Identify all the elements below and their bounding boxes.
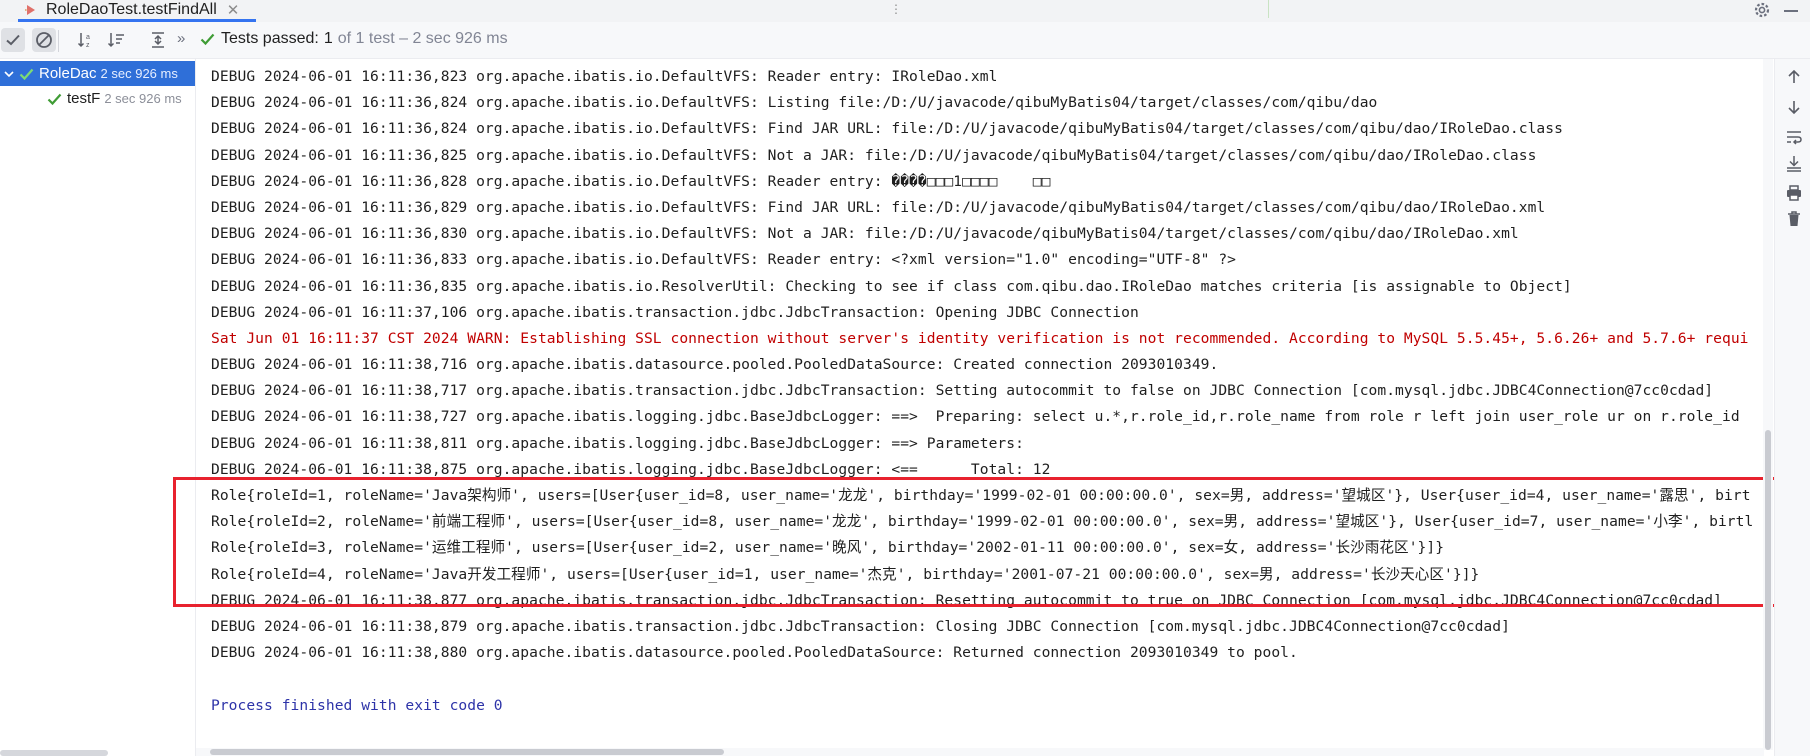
print-button[interactable] <box>1784 183 1804 203</box>
run-config-icon <box>25 4 35 15</box>
soft-wrap-button[interactable] <box>1784 127 1804 147</box>
check-icon <box>6 34 20 46</box>
clear-all-button[interactable] <box>1784 209 1804 229</box>
passed-check-icon <box>200 33 215 46</box>
console-line: DEBUG 2024-06-01 16:11:38,875 org.apache… <box>211 460 1051 478</box>
status-summary: of 1 test – 2 sec 926 ms <box>337 30 508 47</box>
tree-item-test[interactable]: testF 2 sec 926 ms <box>0 86 195 111</box>
console-result-line: Role{roleId=2, roleName='前端工程师', users=[… <box>211 513 1754 531</box>
next-occurrence-button[interactable] <box>1784 97 1804 117</box>
status-label: Tests passed: <box>221 30 319 47</box>
drag-handle-icon[interactable]: ⋮ <box>890 2 902 16</box>
more-actions-chevron[interactable]: » <box>177 30 185 47</box>
divider <box>58 30 59 52</box>
sort-alpha-icon: a z <box>77 33 90 49</box>
console-line: DEBUG 2024-06-01 16:11:36,828 org.apache… <box>211 172 1051 190</box>
svg-text:z: z <box>86 42 90 49</box>
sort-by-duration-button[interactable] <box>104 28 128 52</box>
tab-bar: RoleDaoTest.testFindAll ✕ ⋮ <box>0 0 1810 23</box>
console-line: DEBUG 2024-06-01 16:11:36,823 org.apache… <box>211 68 998 85</box>
previous-occurrence-button[interactable] <box>1784 67 1804 87</box>
console-warning-line: Sat Jun 01 16:11:37 CST 2024 WARN: Estab… <box>211 329 1749 347</box>
console-line: DEBUG 2024-06-01 16:11:38,716 org.apache… <box>211 356 1219 374</box>
trash-icon <box>1788 211 1800 226</box>
expand-all-button[interactable] <box>146 28 170 52</box>
console-line: DEBUG 2024-06-01 16:11:36,830 org.apache… <box>211 225 1519 243</box>
up-arrow-icon <box>1788 69 1800 83</box>
console-line: DEBUG 2024-06-01 16:11:38,717 org.apache… <box>211 382 1714 400</box>
tree-item-label: RoleDac <box>39 65 97 82</box>
console-result-line: Role{roleId=4, roleName='Java开发工程师', use… <box>211 565 1480 583</box>
show-ignored-button[interactable] <box>32 28 56 52</box>
console-line: DEBUG 2024-06-01 16:11:38,727 org.apache… <box>211 408 1740 426</box>
close-icon[interactable]: ✕ <box>227 1 240 19</box>
divider <box>1268 0 1269 18</box>
scroll-to-end-button[interactable] <box>1784 153 1804 173</box>
soft-wrap-icon <box>1787 131 1802 145</box>
console-line: DEBUG 2024-06-01 16:11:37,106 org.apache… <box>211 303 1139 321</box>
console-vertical-scrollbar[interactable] <box>1765 430 1771 750</box>
console-horizontal-scrollbar[interactable] <box>210 749 724 755</box>
scroll-to-end-icon <box>1787 156 1801 172</box>
console-output[interactable]: DEBUG 2024-06-01 16:11:36,823 org.apache… <box>196 59 1764 750</box>
tree-item-duration: 2 sec 926 ms <box>104 91 182 106</box>
console-line: DEBUG 2024-06-01 16:11:36,824 org.apache… <box>211 94 1378 112</box>
tree-item-label: testF <box>67 90 101 107</box>
chevron-down-icon[interactable] <box>3 68 15 80</box>
console-line: DEBUG 2024-06-01 16:11:36,825 org.apache… <box>211 146 1537 164</box>
console-line: DEBUG 2024-06-01 16:11:38,811 org.apache… <box>211 434 1033 452</box>
test-toolbar: a z » Tests passed: 1 of 1 test – 2 sec … <box>0 22 1810 59</box>
down-arrow-icon <box>1788 101 1800 115</box>
passed-count: 1 <box>323 30 333 47</box>
console-line: DEBUG 2024-06-01 16:11:36,829 org.apache… <box>211 198 1546 216</box>
gear-icon[interactable] <box>1753 1 1771 19</box>
test-tree: RoleDac 2 sec 926 ms testF 2 sec 926 ms <box>0 59 196 756</box>
passed-check-icon <box>47 93 62 105</box>
tree-item-duration: 2 sec 926 ms <box>100 66 178 81</box>
tree-horizontal-scrollbar[interactable] <box>0 750 108 756</box>
expand-collapse-icon <box>152 32 164 48</box>
tab-title: RoleDaoTest.testFindAll <box>46 0 217 18</box>
tab-run-config[interactable]: RoleDaoTest.testFindAll ✕ <box>18 0 256 22</box>
console-line: DEBUG 2024-06-01 16:11:36,824 org.apache… <box>211 120 1563 138</box>
cancel-icon <box>36 32 52 48</box>
print-icon <box>1787 185 1801 201</box>
console-line: DEBUG 2024-06-01 16:11:38,880 org.apache… <box>211 644 1298 662</box>
console-side-toolbar <box>1774 59 1810 756</box>
passed-check-icon <box>19 68 34 80</box>
sort-duration-icon <box>107 33 124 48</box>
console-result-line: Role{roleId=3, roleName='运维工程师', users=[… <box>211 539 1445 557</box>
tree-item-suite[interactable]: RoleDac 2 sec 926 ms <box>0 61 195 86</box>
console-line: DEBUG 2024-06-01 16:11:36,833 org.apache… <box>211 251 1236 269</box>
console-line: DEBUG 2024-06-01 16:11:38,877 org.apache… <box>211 591 1722 609</box>
console-result-line: Role{roleId=1, roleName='Java架构师', users… <box>211 487 1751 504</box>
test-status: Tests passed: 1 of 1 test – 2 sec 926 ms <box>200 30 508 48</box>
process-exit-line: Process finished with exit code 0 <box>211 696 503 714</box>
show-passed-button[interactable] <box>1 28 25 52</box>
console-lines: DEBUG 2024-06-01 16:11:36,823 org.apache… <box>211 64 1764 719</box>
console-line: DEBUG 2024-06-01 16:11:36,835 org.apache… <box>211 277 1572 295</box>
svg-text:a: a <box>86 34 90 41</box>
console-line: DEBUG 2024-06-01 16:11:38,879 org.apache… <box>211 617 1510 635</box>
sort-alphabetically-button[interactable]: a z <box>74 28 98 52</box>
minimize-icon[interactable] <box>1784 10 1798 12</box>
